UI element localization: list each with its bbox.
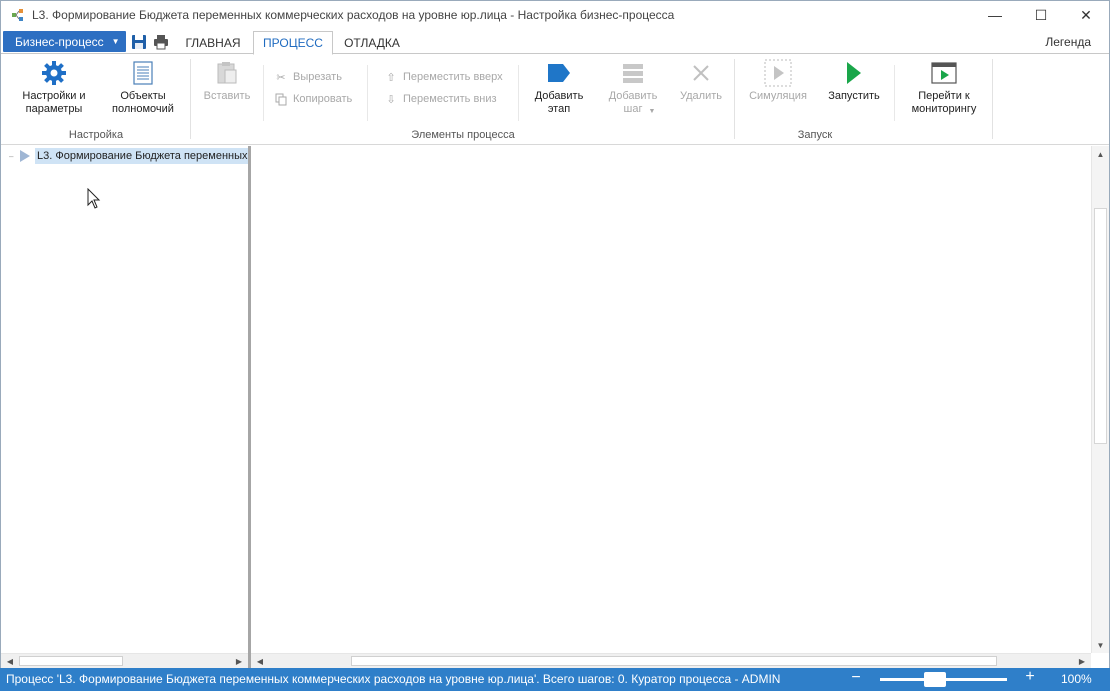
gear-icon — [42, 61, 66, 85]
tab-process[interactable]: ПРОЦЕСС — [253, 31, 333, 55]
arrow-down-icon: ⇩ — [386, 93, 396, 106]
settings-parameters-label: Настройки и параметры — [22, 90, 86, 115]
ribbon-panel: Настройки и параметры Объекты полномочий — [1, 55, 1109, 145]
copy-icon — [273, 92, 289, 106]
maximize-icon: ☐ — [1034, 6, 1048, 23]
paste-label: Вставить — [203, 90, 251, 102]
add-stage-button[interactable]: Добавить этап — [525, 59, 593, 116]
move-down-label: Переместить вниз — [403, 93, 497, 105]
group-caption-elements: Элементы процесса — [411, 129, 515, 141]
window-title: L3. Формирование Бюджета переменных комм… — [32, 8, 675, 22]
scrollbar-thumb[interactable] — [19, 656, 123, 666]
title-bar: L3. Формирование Бюджета переменных комм… — [1, 1, 1109, 29]
zoom-in-button[interactable]: + — [1022, 668, 1038, 686]
tree-node[interactable]: – L3. Формирование Бюджета переменных ко… — [9, 148, 251, 164]
scroll-up-icon[interactable]: ▲ — [1092, 146, 1109, 162]
delete-button[interactable]: Удалить — [671, 59, 731, 103]
run-button[interactable]: Запустить — [819, 59, 889, 103]
simulation-label: Симуляция — [749, 90, 807, 102]
paste-button[interactable]: Вставить — [197, 59, 257, 103]
clipboard-icon — [217, 62, 237, 84]
scrollbar-thumb[interactable] — [351, 656, 997, 666]
add-step-button[interactable]: Добавить шаг ▼ — [599, 59, 667, 118]
divider — [263, 65, 264, 121]
settings-parameters-button[interactable]: Настройки и параметры — [11, 59, 97, 116]
go-monitoring-label: Перейти к мониторингу — [911, 90, 977, 115]
zoom-out-button[interactable]: − — [848, 669, 864, 687]
application-window: L3. Формирование Бюджета переменных комм… — [0, 0, 1110, 691]
go-monitoring-button[interactable]: Перейти к мониторингу — [901, 59, 987, 116]
simulation-play-icon — [764, 59, 792, 87]
add-stage-label: Добавить этап — [534, 90, 584, 115]
group-divider — [992, 59, 993, 139]
zoom-slider-thumb[interactable] — [924, 672, 946, 687]
move-up-button[interactable]: ⇧ Переместить вверх — [383, 70, 503, 84]
move-up-label: Переместить вверх — [403, 71, 503, 83]
run-label: Запустить — [828, 90, 880, 102]
minimize-icon: — — [988, 7, 1002, 23]
play-triangle-icon — [20, 150, 30, 162]
tree-horizontal-scrollbar[interactable]: ◀ ▶ — [1, 653, 248, 668]
printer-icon — [154, 35, 168, 50]
stage-tag-icon — [548, 64, 570, 82]
scroll-right-icon[interactable]: ▶ — [1075, 654, 1089, 668]
monitor-play-icon — [931, 62, 957, 84]
status-text: Процесс 'L3. Формирование Бюджета переме… — [6, 672, 781, 686]
tree-node-label: L3. Формирование Бюджета переменных комм… — [35, 148, 251, 164]
status-bar: Процесс 'L3. Формирование Бюджета переме… — [0, 668, 1110, 691]
delete-label: Удалить — [680, 90, 722, 102]
scroll-right-icon[interactable]: ▶ — [232, 654, 246, 668]
save-button[interactable] — [129, 32, 149, 52]
divider — [367, 65, 368, 121]
ribbon-tab-bar: Бизнес-процесс ▼ ГЛАВНАЯ ПРОЦЕСС ОТЛАДКА… — [1, 31, 1109, 55]
group-caption-settings: Настройка — [68, 129, 124, 141]
scroll-down-icon[interactable]: ▼ — [1092, 637, 1109, 653]
authority-objects-button[interactable]: Объекты полномочий — [101, 59, 185, 116]
mouse-cursor-icon — [87, 188, 101, 209]
process-app-icon — [12, 9, 23, 21]
chevron-down-icon: ▼ — [111, 37, 120, 46]
vertical-scrollbar[interactable]: ▲ ▼ — [1091, 146, 1109, 653]
tab-debug[interactable]: ОТЛАДКА — [337, 31, 407, 54]
authority-objects-label: Объекты полномочий — [112, 90, 174, 115]
print-button[interactable] — [151, 32, 171, 52]
move-down-button[interactable]: ⇩ Переместить вниз — [383, 92, 497, 106]
cut-label: Вырезать — [293, 71, 342, 83]
process-tree-pane — [1, 146, 248, 668]
maximize-button[interactable]: ☐ — [1018, 1, 1064, 29]
tree-expander-icon[interactable]: – — [9, 152, 19, 161]
copy-label: Копировать — [293, 93, 353, 105]
ribbon-group-launch: Симуляция Запустить Перейти к мониторинг… — [735, 55, 993, 145]
close-icon: ✕ — [1080, 6, 1092, 23]
scrollbar-thumb[interactable] — [1094, 208, 1107, 444]
zoom-level: 100% — [1061, 672, 1092, 686]
cut-button[interactable]: ✂ Вырезать — [273, 70, 342, 84]
document-list-icon — [133, 61, 153, 85]
app-menu-button[interactable]: Бизнес-процесс ▼ — [3, 31, 126, 52]
scroll-left-icon[interactable]: ◀ — [3, 654, 17, 668]
divider — [894, 65, 895, 121]
legend-button[interactable]: Легенда — [1045, 35, 1091, 49]
save-icon — [132, 35, 146, 49]
minimize-button[interactable]: — — [972, 1, 1018, 29]
arrow-up-icon: ⇧ — [386, 71, 396, 84]
copy-button[interactable]: Копировать — [273, 92, 352, 106]
divider — [518, 65, 519, 121]
step-list-icon — [623, 64, 643, 83]
process-diagram-canvas[interactable] — [251, 146, 1091, 653]
ribbon-group-elements: Вставить ✂ Вырезать Копировать ⇧ Перемес… — [191, 55, 735, 145]
tab-main[interactable]: ГЛАВНАЯ — [178, 31, 248, 54]
scissors-icon: ✂ — [276, 71, 286, 84]
app-menu-label: Бизнес-процесс — [15, 34, 104, 49]
play-icon — [847, 62, 861, 84]
canvas-horizontal-scrollbar[interactable]: ◀ ▶ — [251, 653, 1091, 668]
close-button[interactable]: ✕ — [1063, 1, 1109, 29]
group-caption-launch: Запуск — [797, 129, 833, 141]
simulation-button[interactable]: Симуляция — [743, 59, 813, 103]
ribbon-group-settings: Настройки и параметры Объекты полномочий — [1, 55, 191, 145]
scroll-left-icon[interactable]: ◀ — [253, 654, 267, 668]
close-x-icon — [693, 65, 709, 81]
